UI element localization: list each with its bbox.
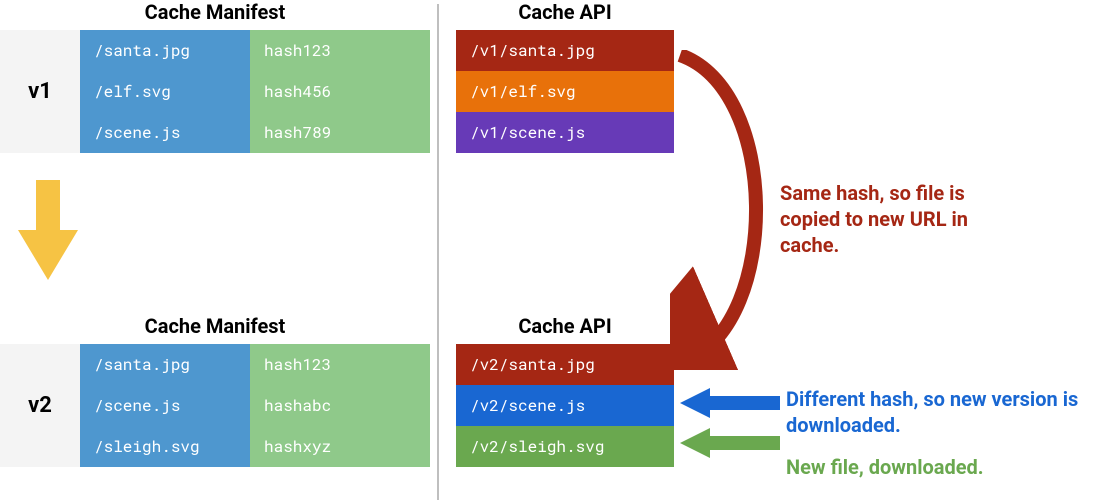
manifest-hash: hash123 xyxy=(250,30,430,71)
manifest-file: /santa.jpg xyxy=(80,30,250,71)
annotation-same-hash: Same hash, so file is copied to new URL … xyxy=(780,180,1030,258)
manifest-hash: hashxyz xyxy=(250,426,430,467)
version-label-v2: v2 xyxy=(0,344,80,467)
manifest-file: /elf.svg xyxy=(80,71,250,112)
api-entry: /v2/sleigh.svg xyxy=(456,426,674,467)
version-label-v1: v1 xyxy=(0,30,80,153)
cache-api-v2: Cache API /v2/santa.jpg /v2/scene.js /v2… xyxy=(456,314,674,467)
manifest-hash: hashabc xyxy=(250,385,430,426)
cache-api-v1: Cache API /v1/santa.jpg /v1/elf.svg /v1/… xyxy=(456,0,674,153)
api-entry: /v2/scene.js xyxy=(456,385,674,426)
cache-manifest-v1: Cache Manifest v1 /santa.jpg /elf.svg /s… xyxy=(0,0,430,153)
manifest-title-v2: Cache Manifest xyxy=(0,314,430,338)
api-entry: /v1/santa.jpg xyxy=(456,30,674,71)
vertical-divider xyxy=(437,4,439,500)
arrow-left-icon xyxy=(680,388,780,418)
annotation-diff-hash: Different hash, so new version is downlo… xyxy=(786,386,1086,438)
manifest-file: /sleigh.svg xyxy=(80,426,250,467)
manifest-title-v1: Cache Manifest xyxy=(0,0,430,24)
manifest-hash: hash123 xyxy=(250,344,430,385)
api-title-v1: Cache API xyxy=(456,0,674,24)
api-entry: /v1/scene.js xyxy=(456,112,674,153)
arrow-left-icon xyxy=(680,428,780,458)
api-entry: /v2/santa.jpg xyxy=(456,344,674,385)
api-entry: /v1/elf.svg xyxy=(456,71,674,112)
annotation-new-file: New file, downloaded. xyxy=(786,454,1086,480)
manifest-file: /santa.jpg xyxy=(80,344,250,385)
api-title-v2: Cache API xyxy=(456,314,674,338)
manifest-hash: hash456 xyxy=(250,71,430,112)
manifest-hash: hash789 xyxy=(250,112,430,153)
cache-manifest-v2: Cache Manifest v2 /santa.jpg /scene.js /… xyxy=(0,314,430,467)
manifest-file: /scene.js xyxy=(80,112,250,153)
manifest-file: /scene.js xyxy=(80,385,250,426)
arrow-down-icon xyxy=(18,180,78,280)
curved-arrow-icon xyxy=(670,50,790,370)
